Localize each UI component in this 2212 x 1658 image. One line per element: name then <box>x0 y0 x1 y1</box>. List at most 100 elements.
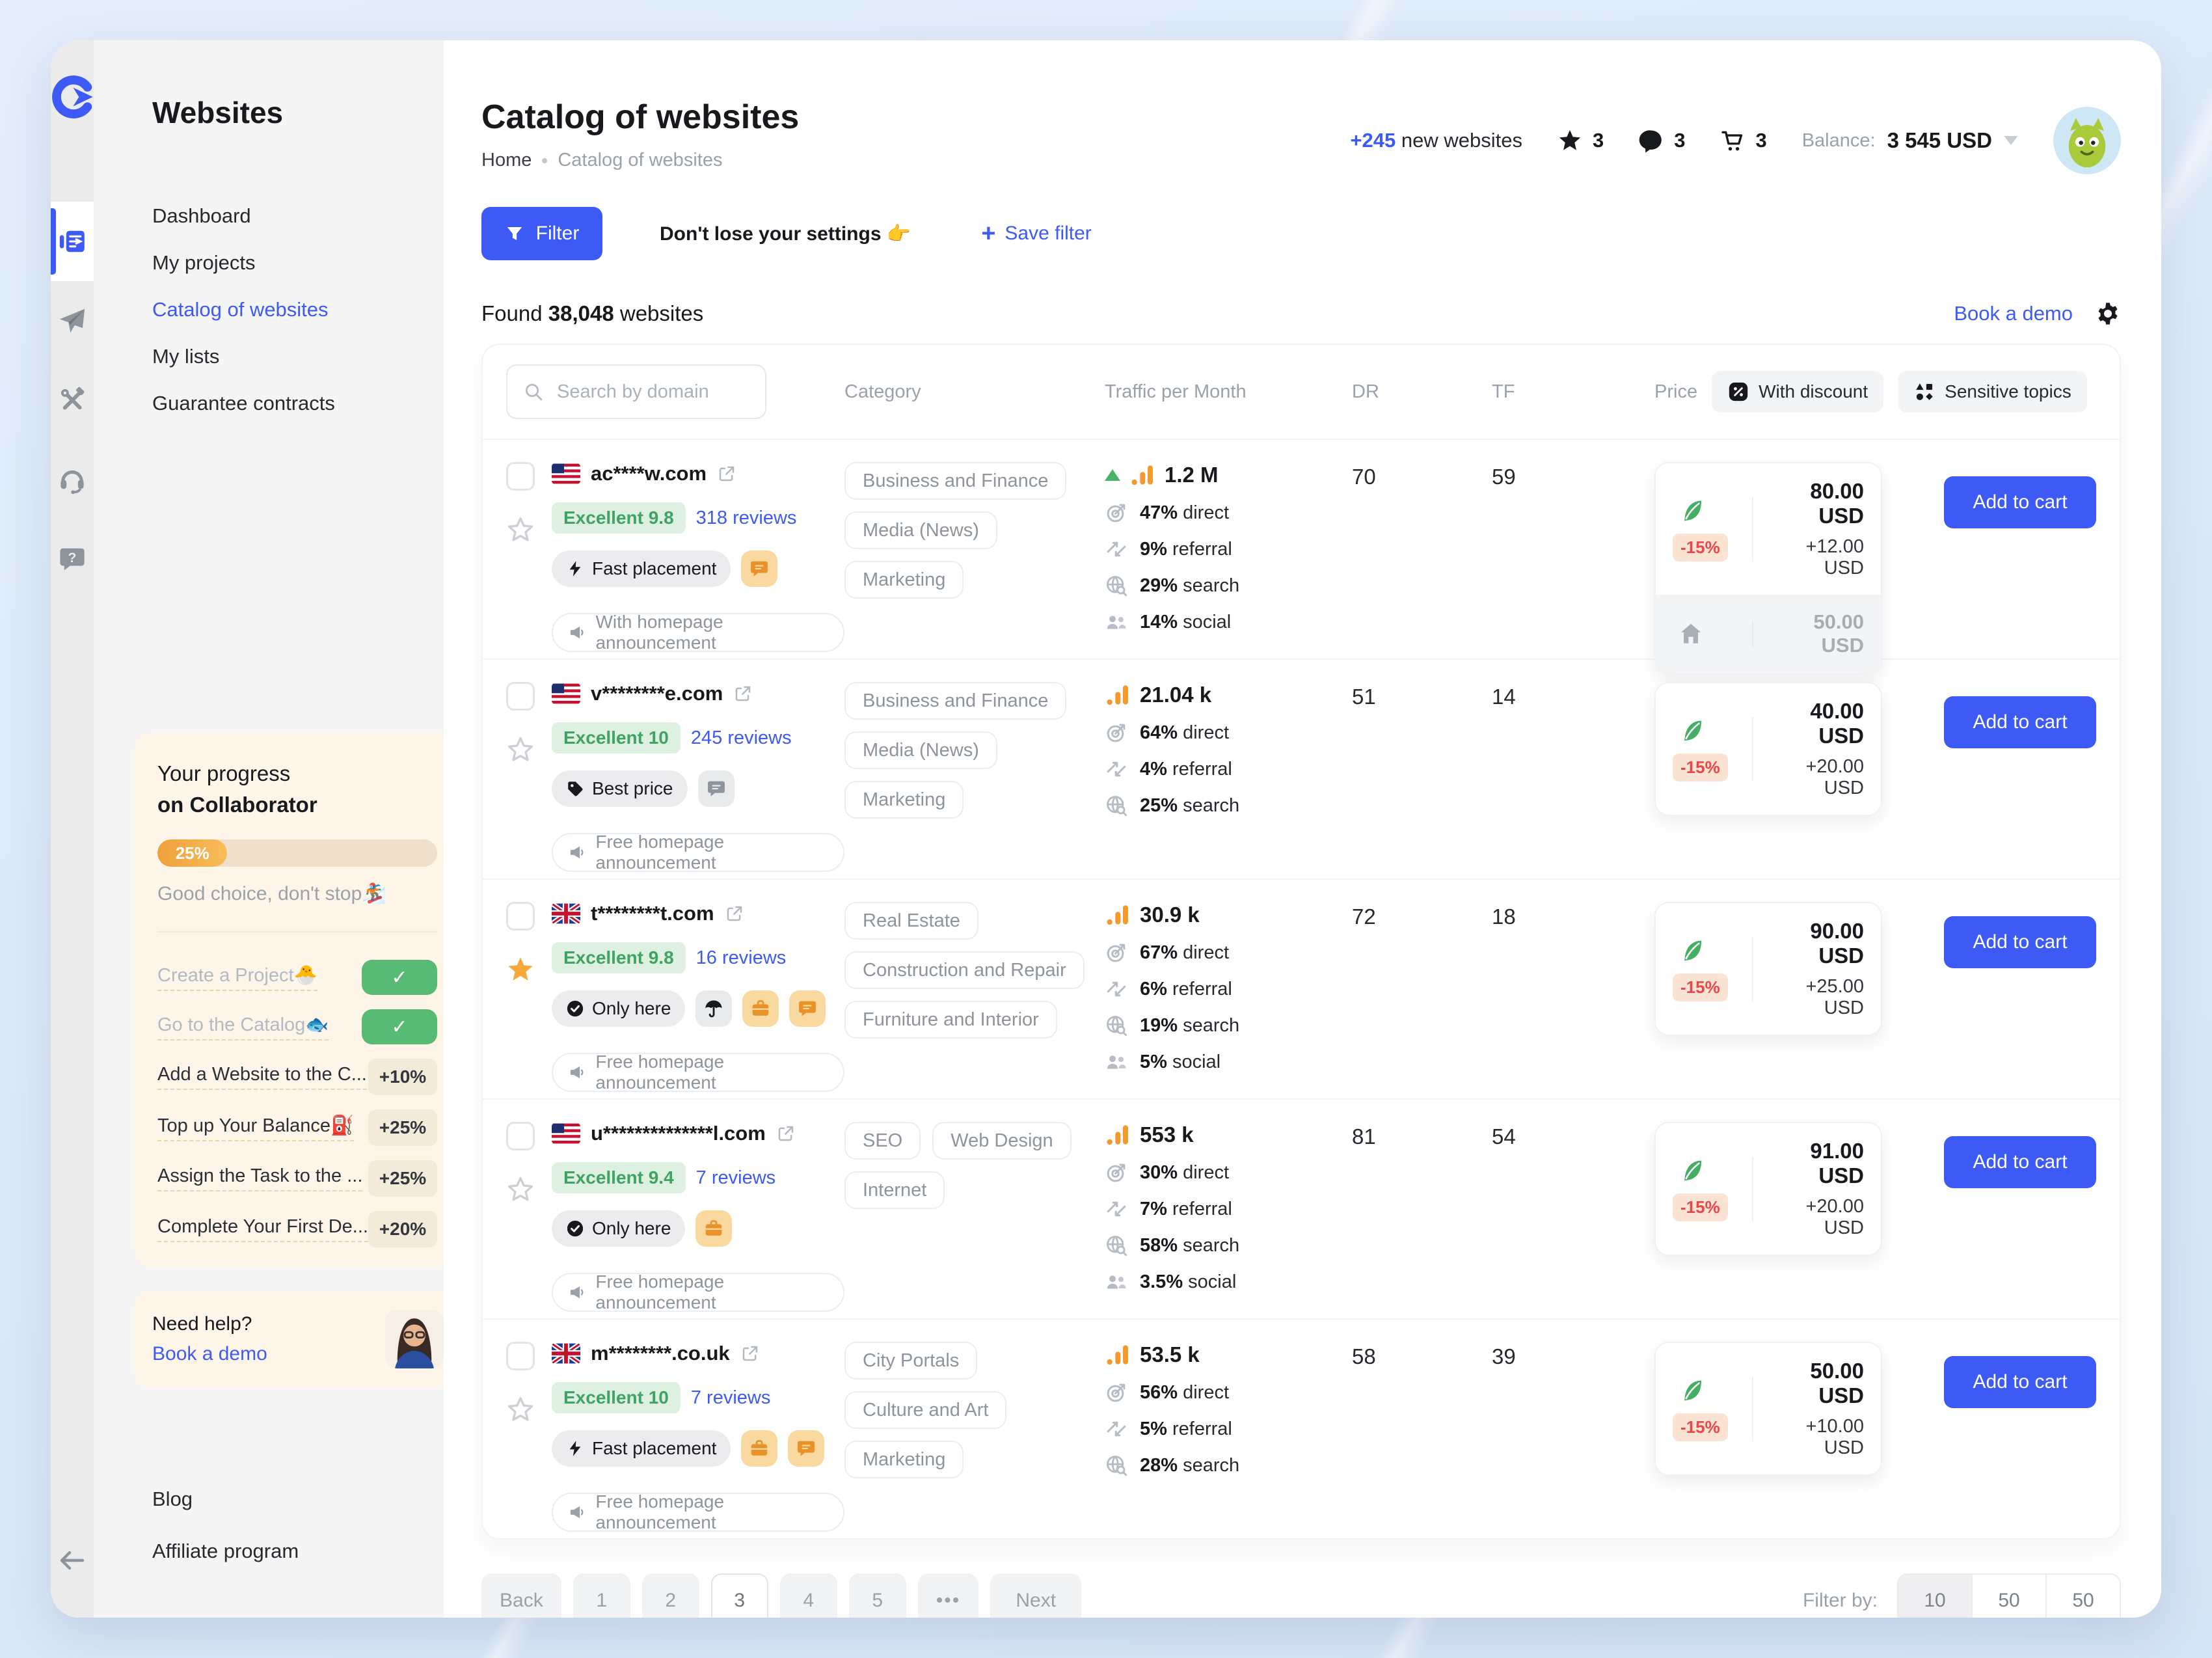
reviews-link[interactable]: 245 reviews <box>691 727 792 749</box>
row-checkbox[interactable] <box>506 902 535 931</box>
breadcrumb: Home Catalog of websites <box>481 150 799 171</box>
reviews-link[interactable]: 7 reviews <box>691 1387 771 1409</box>
column-header-dr: DR <box>1352 381 1492 403</box>
pagination-next-button[interactable]: Next <box>990 1573 1081 1618</box>
collaborator-logo-icon[interactable] <box>51 75 94 118</box>
pagination-page-4[interactable]: 4 <box>780 1573 837 1618</box>
filter-button[interactable]: Filter <box>481 207 602 260</box>
shapes-icon <box>1913 381 1936 403</box>
favorite-star-icon[interactable] <box>506 735 535 764</box>
search-input[interactable] <box>556 381 749 403</box>
external-link-icon[interactable] <box>725 904 744 923</box>
help-card: Need help? Book a demo <box>134 1290 462 1388</box>
house-icon <box>1678 621 1704 647</box>
help-question: Need help? <box>152 1313 267 1335</box>
favorites-count[interactable]: 3 <box>1558 128 1604 153</box>
rating-badge: Excellent 9.8 <box>552 502 686 534</box>
external-link-icon[interactable] <box>717 464 736 483</box>
favorite-star-icon[interactable] <box>506 1175 535 1204</box>
briefcase-chip-icon <box>742 990 779 1027</box>
rail-item-tools[interactable] <box>51 360 94 440</box>
price-main: 50.00 USD <box>1769 1359 1864 1408</box>
traffic-source: 64% direct <box>1105 721 1352 744</box>
breadcrumb-home[interactable]: Home <box>481 150 532 171</box>
row-checkbox[interactable] <box>506 1342 535 1370</box>
traffic-value: 53.5 k <box>1105 1342 1352 1368</box>
sidebar-item-catalog-of-websites[interactable]: Catalog of websites <box>94 286 472 333</box>
task-bonus-badge: +25% <box>368 1109 437 1146</box>
gear-icon[interactable] <box>2095 301 2121 327</box>
collapse-sidebar-arrow-icon[interactable] <box>57 1545 88 1576</box>
external-link-icon[interactable] <box>776 1124 796 1143</box>
search-domain-field[interactable] <box>506 364 766 419</box>
pagination-page-1[interactable]: 1 <box>573 1573 630 1618</box>
reviews-link[interactable]: 7 reviews <box>696 1167 776 1189</box>
cart-count[interactable]: 3 <box>1720 128 1766 153</box>
docs-icon <box>57 226 87 256</box>
sensitive-topics-toggle[interactable]: Sensitive topics <box>1898 371 2087 413</box>
domain-name[interactable]: ac****w.com <box>591 462 707 485</box>
external-link-icon[interactable] <box>740 1344 760 1363</box>
book-demo-link-top[interactable]: Book a demo <box>1954 302 2073 325</box>
sidebar-item-my-lists[interactable]: My lists <box>94 333 472 380</box>
domain-name[interactable]: m********.co.uk <box>591 1342 730 1365</box>
add-to-cart-button[interactable]: Add to cart <box>1944 476 2096 528</box>
add-to-cart-button[interactable]: Add to cart <box>1944 1136 2096 1188</box>
sidebar-link-blog[interactable]: Blog <box>152 1488 472 1511</box>
user-avatar[interactable] <box>2053 107 2121 174</box>
add-to-cart-button[interactable]: Add to cart <box>1944 696 2096 748</box>
add-to-cart-button[interactable]: Add to cart <box>1944 916 2096 968</box>
task-label[interactable]: Go to the Catalog🐟 <box>157 1014 329 1040</box>
feather-icon <box>1678 717 1705 744</box>
task-label[interactable]: Top up Your Balance⛽ <box>157 1115 354 1141</box>
announcement-badge: With homepage announcement <box>552 613 844 652</box>
pagination-back-button[interactable]: Back <box>481 1573 561 1618</box>
sidebar-item-dashboard[interactable]: Dashboard <box>94 193 472 239</box>
favorite-star-icon[interactable] <box>506 1395 535 1424</box>
page-size-option-0[interactable]: 10 <box>1898 1575 1973 1618</box>
reviews-link[interactable]: 16 reviews <box>696 947 787 969</box>
favorite-star-icon[interactable] <box>506 515 535 544</box>
filter-by-label: Filter by: <box>1803 1590 1878 1612</box>
pagination-page-5[interactable]: 5 <box>849 1573 906 1618</box>
task-label[interactable]: Create a Project🐣 <box>157 964 317 991</box>
sidebar-item-guarantee-contracts[interactable]: Guarantee contracts <box>94 380 472 427</box>
traffic-source: 67% direct <box>1105 941 1352 964</box>
discount-badge: -15% <box>1673 1193 1728 1221</box>
task-label[interactable]: Assign the Task to the ... <box>157 1165 362 1191</box>
country-flag-icon <box>552 1343 580 1364</box>
umbrella-chip-icon <box>695 990 732 1027</box>
domain-name[interactable]: v********e.com <box>591 682 723 705</box>
task-label[interactable]: Complete Your First De... <box>157 1216 368 1242</box>
rail-item-campaigns[interactable] <box>51 281 94 360</box>
row-checkbox[interactable] <box>506 462 535 491</box>
rail-item-faq[interactable]: ? <box>51 519 94 599</box>
sidebar-link-affiliate-program[interactable]: Affiliate program <box>152 1540 472 1563</box>
rating-badge: Excellent 10 <box>552 722 681 754</box>
add-to-cart-button[interactable]: Add to cart <box>1944 1356 2096 1408</box>
rail-item-support[interactable] <box>51 440 94 519</box>
with-discount-toggle[interactable]: With discount <box>1712 371 1883 413</box>
save-filter-button[interactable]: + Save filter <box>981 221 1092 246</box>
rail-item-dashboard[interactable] <box>51 202 94 281</box>
domain-name[interactable]: u**************l.com <box>591 1122 766 1145</box>
lightning-icon <box>566 560 584 578</box>
task-label[interactable]: Add a Website to the C... <box>157 1064 367 1090</box>
row-checkbox[interactable] <box>506 682 535 711</box>
task-item: Add a Website to the C...+10% <box>157 1059 437 1095</box>
sidebar-item-my-projects[interactable]: My projects <box>94 239 472 286</box>
pagination-ellipsis[interactable]: ••• <box>918 1573 979 1618</box>
external-link-icon[interactable] <box>733 684 753 703</box>
pagination-page-2[interactable]: 2 <box>642 1573 699 1618</box>
page-size-option-2[interactable]: 50 <box>2047 1575 2120 1618</box>
page-size-option-1[interactable]: 50 <box>1973 1575 2047 1618</box>
globe-icon <box>1105 1454 1128 1477</box>
pagination-page-3[interactable]: 3 <box>711 1573 768 1618</box>
messages-count[interactable]: 3 <box>1639 128 1685 153</box>
reviews-link[interactable]: 318 reviews <box>696 508 797 529</box>
domain-name[interactable]: t********t.com <box>591 902 714 925</box>
row-checkbox[interactable] <box>506 1122 535 1150</box>
discount-badge: -15% <box>1673 973 1728 1001</box>
balance-dropdown[interactable]: Balance: 3 545 USD <box>1802 128 2018 153</box>
book-demo-link[interactable]: Book a demo <box>152 1343 267 1365</box>
